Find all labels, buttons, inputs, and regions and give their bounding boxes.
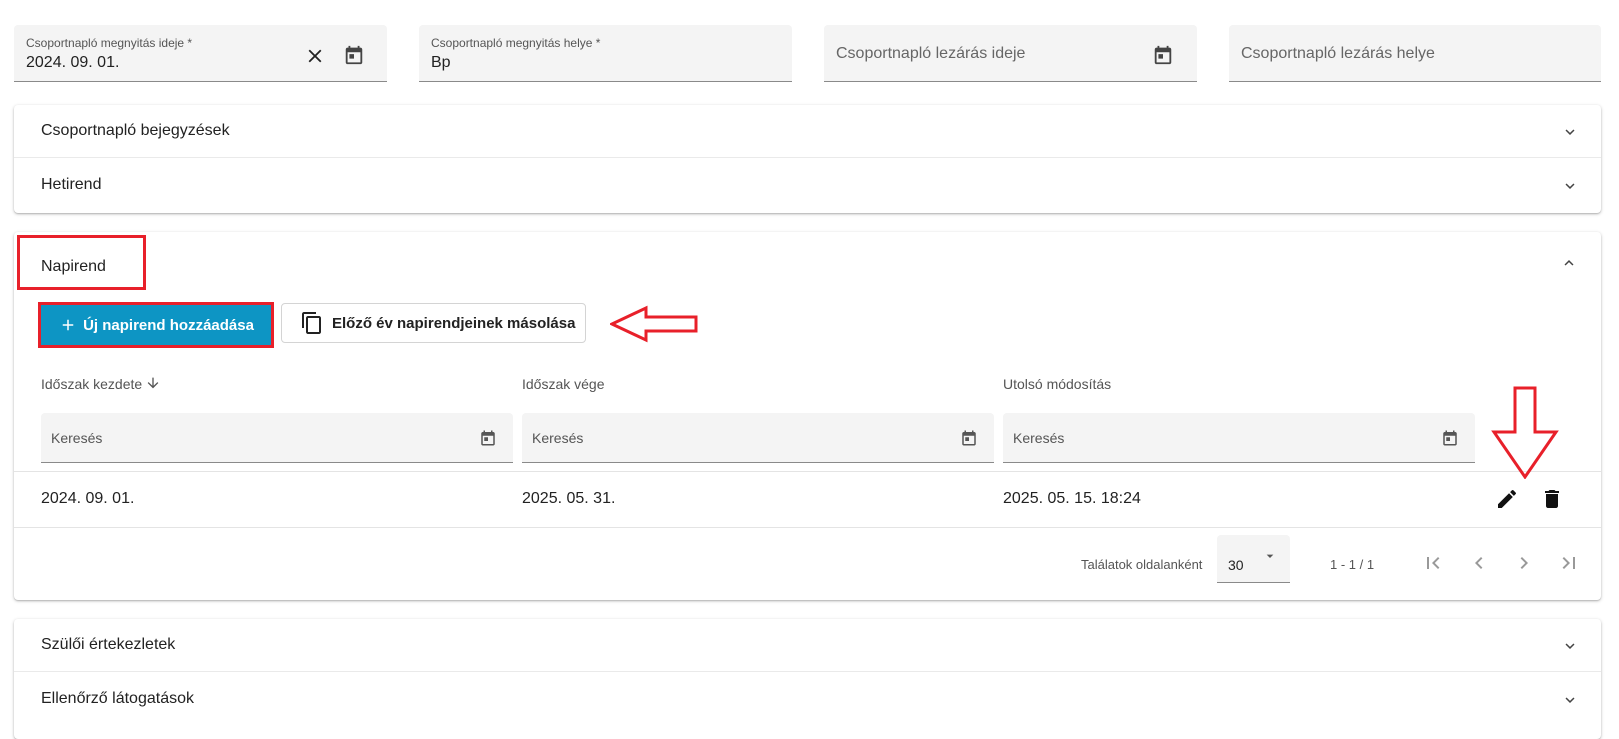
last-page-icon[interactable] bbox=[1557, 551, 1581, 575]
calendar-icon[interactable] bbox=[343, 44, 365, 66]
opening-date-value: 2024. 09. 01. bbox=[26, 54, 120, 71]
section-entries-header[interactable]: Csoportnapló bejegyzések bbox=[14, 105, 1601, 158]
chevron-down-icon bbox=[1565, 183, 1575, 189]
delete-trash-icon[interactable] bbox=[1540, 487, 1564, 511]
per-page-value: 30 bbox=[1228, 557, 1244, 573]
calendar-icon[interactable] bbox=[479, 429, 497, 447]
copy-previous-year-label: Előző év napirendjeinek másolása bbox=[332, 314, 576, 332]
dropdown-arrow-icon bbox=[1266, 554, 1274, 558]
opening-date-field[interactable]: Csoportnapló megnyitás ideje * 2024. 09.… bbox=[14, 25, 387, 82]
closing-date-placeholder: Csoportnapló lezárás ideje bbox=[836, 45, 1026, 62]
opening-date-label: Csoportnapló megnyitás ideje * bbox=[26, 36, 193, 50]
copy-previous-year-button[interactable]: Előző év napirendjeinek másolása bbox=[281, 303, 586, 343]
opening-place-value: Bp bbox=[431, 54, 451, 71]
cell-start: 2024. 09. 01. bbox=[41, 490, 135, 507]
highlight-box-add-button bbox=[38, 302, 274, 348]
section-inspections-header[interactable]: Ellenőrző látogatások bbox=[14, 673, 1601, 726]
cell-end: 2025. 05. 31. bbox=[522, 490, 616, 507]
section-weekly-header[interactable]: Hetirend bbox=[14, 159, 1601, 212]
search-placeholder: Keresés bbox=[532, 430, 584, 446]
closing-date-field[interactable]: Csoportnapló lezárás ideje bbox=[824, 25, 1197, 82]
calendar-icon[interactable] bbox=[960, 429, 978, 447]
first-page-icon[interactable] bbox=[1421, 551, 1445, 575]
chevron-down-icon bbox=[1565, 129, 1575, 135]
search-modified-input[interactable]: Keresés bbox=[1003, 413, 1475, 463]
pager-range: 1 - 1 / 1 bbox=[1330, 557, 1375, 572]
closing-place-field[interactable]: Csoportnapló lezárás helye bbox=[1229, 25, 1601, 82]
copy-icon bbox=[302, 312, 321, 334]
search-placeholder: Keresés bbox=[1013, 430, 1065, 446]
per-page-select[interactable]: 30 bbox=[1217, 535, 1290, 583]
column-header-modified[interactable]: Utolsó módosítás bbox=[1003, 376, 1111, 392]
calendar-icon[interactable] bbox=[1441, 429, 1459, 447]
opening-place-label: Csoportnapló megnyitás helye * bbox=[431, 36, 601, 50]
section-inspections-title: Ellenőrző látogatások bbox=[41, 690, 194, 707]
opening-place-field[interactable]: Csoportnapló megnyitás helye * Bp bbox=[419, 25, 792, 82]
next-page-icon[interactable] bbox=[1512, 551, 1536, 575]
edit-pencil-icon[interactable] bbox=[1495, 487, 1519, 511]
per-page-label: Találatok oldalanként bbox=[1081, 557, 1203, 572]
section-parent-meetings-title: Szülői értekezletek bbox=[41, 636, 176, 653]
chevron-down-icon bbox=[1565, 643, 1575, 649]
section-weekly-title: Hetirend bbox=[41, 176, 102, 193]
annotation-arrow-down-icon bbox=[1491, 386, 1559, 479]
clear-icon[interactable] bbox=[304, 45, 326, 67]
section-parent-meetings-header[interactable]: Szülői értekezletek bbox=[14, 619, 1601, 672]
search-end-input[interactable]: Keresés bbox=[522, 413, 994, 463]
sort-arrow-down-icon[interactable] bbox=[145, 375, 161, 391]
divider bbox=[14, 527, 1601, 528]
previous-page-icon[interactable] bbox=[1467, 551, 1491, 575]
accordion-bottom: Szülői értekezletek Ellenőrző látogatáso… bbox=[14, 619, 1601, 739]
annotation-arrow-left-icon bbox=[610, 305, 698, 343]
column-header-start[interactable]: Időszak kezdete bbox=[41, 376, 142, 392]
section-entries-title: Csoportnapló bejegyzések bbox=[41, 122, 230, 139]
table-row bbox=[14, 472, 1601, 527]
column-header-end[interactable]: Időszak vége bbox=[522, 376, 605, 392]
search-placeholder: Keresés bbox=[51, 430, 103, 446]
calendar-icon[interactable] bbox=[1152, 44, 1174, 66]
chevron-down-icon bbox=[1565, 697, 1575, 703]
search-start-input[interactable]: Keresés bbox=[41, 413, 513, 463]
highlight-box-napirend bbox=[17, 235, 146, 290]
accordion-top: Csoportnapló bejegyzések Hetirend bbox=[14, 105, 1601, 213]
closing-place-placeholder: Csoportnapló lezárás helye bbox=[1241, 45, 1435, 62]
chevron-up-icon[interactable] bbox=[1560, 254, 1578, 272]
cell-modified: 2025. 05. 15. 18:24 bbox=[1003, 490, 1141, 507]
